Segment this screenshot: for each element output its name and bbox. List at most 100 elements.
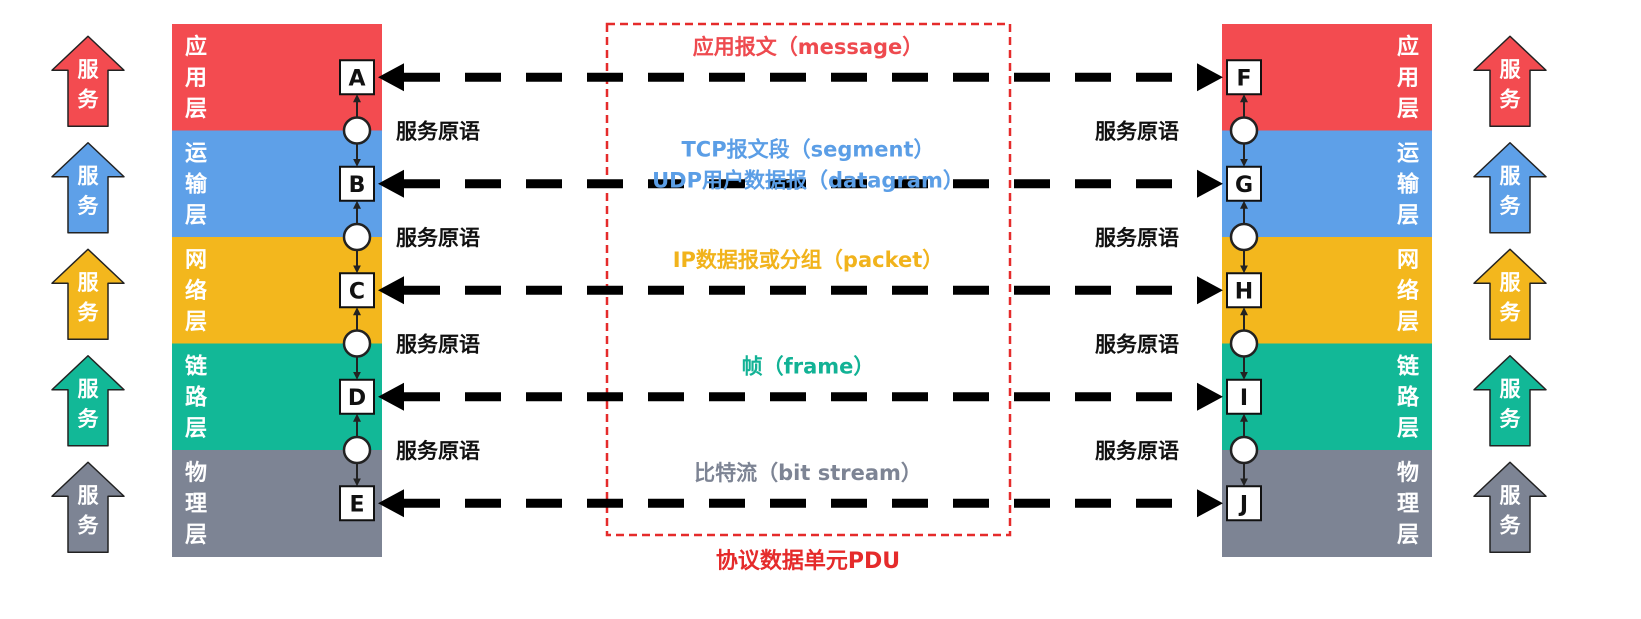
pdu-label: 协议数据单元PDU bbox=[716, 548, 900, 574]
pdu-dashed-frame bbox=[605, 22, 1012, 537]
right-service-label: 服 bbox=[1500, 377, 1522, 401]
left-layer-name-char: 物 bbox=[185, 460, 207, 486]
left-layer-name-char: 链 bbox=[185, 354, 207, 380]
left-layer-name-char: 应 bbox=[185, 34, 207, 60]
diagram-canvas: 协议数据单元PDU 应用层运输层网络层链路层物理层应用层运输层网络层链路层物理层… bbox=[51, 22, 1547, 574]
right-layer-name-char: 层 bbox=[1397, 310, 1419, 335]
right-service-label: 务 bbox=[1500, 87, 1522, 111]
right-service-label: 服 bbox=[1500, 483, 1522, 507]
left-service-label: 务 bbox=[78, 194, 100, 218]
left-sap-circle bbox=[342, 222, 372, 252]
left-service-label: 服 bbox=[78, 483, 100, 507]
left-entity-label: E bbox=[349, 492, 364, 517]
right-primitive-label: 服务原语 bbox=[1095, 439, 1179, 463]
right-service-arrow bbox=[1473, 35, 1547, 127]
right-layer-name-char: 应 bbox=[1397, 34, 1419, 60]
left-layer-name-char: 输 bbox=[185, 172, 208, 198]
right-layer-name-char: 网 bbox=[1397, 248, 1419, 273]
left-sap-circle bbox=[342, 329, 372, 358]
right-service-label: 服 bbox=[1500, 57, 1522, 81]
peer-arrowhead-right bbox=[1197, 63, 1223, 92]
left-primitive-label: 服务原语 bbox=[396, 333, 480, 357]
right-sap-circle bbox=[1229, 222, 1259, 252]
right-entity-label: I bbox=[1240, 386, 1248, 411]
left-service-label: 务 bbox=[78, 300, 100, 324]
right-service-arrow bbox=[1473, 461, 1547, 553]
right-layer-name-char: 层 bbox=[1397, 204, 1419, 229]
right-layer-name-char: 层 bbox=[1397, 417, 1419, 442]
left-layer-name-char: 层 bbox=[185, 97, 207, 122]
right-primitive-label: 服务原语 bbox=[1095, 226, 1179, 250]
left-layer-name-char: 运 bbox=[185, 142, 207, 167]
left-entity-label: C bbox=[349, 279, 365, 304]
pdu-name-application: 应用报文（message） bbox=[693, 35, 924, 59]
left-service-label: 服 bbox=[78, 377, 100, 401]
left-service-label: 服 bbox=[78, 164, 100, 188]
pdu-name-transport: UDP用户数据报（datagram） bbox=[652, 169, 964, 193]
right-service-arrow bbox=[1473, 248, 1547, 340]
left-layer-name-char: 网 bbox=[185, 248, 207, 273]
left-primitive-label: 服务原语 bbox=[396, 120, 480, 144]
right-layer-name-char: 运 bbox=[1397, 142, 1419, 167]
left-entity-label: A bbox=[348, 66, 365, 91]
right-sap-circle bbox=[1229, 435, 1259, 465]
right-layer-name-char: 用 bbox=[1397, 66, 1419, 91]
right-layer-name-char: 层 bbox=[1397, 523, 1419, 548]
left-layer-name-char: 层 bbox=[185, 523, 207, 548]
pdu-name-network: IP数据报或分组（packet） bbox=[673, 248, 944, 272]
left-layer-name-char: 理 bbox=[185, 492, 207, 517]
right-layer-name-char: 输 bbox=[1397, 172, 1420, 198]
peer-arrowhead-right bbox=[1197, 169, 1223, 198]
left-service-arrow bbox=[51, 35, 125, 127]
right-layer-name-char: 链 bbox=[1397, 354, 1419, 380]
left-layer-name-char: 层 bbox=[185, 310, 207, 335]
right-service-arrow bbox=[1473, 142, 1547, 234]
right-entity-label: G bbox=[1235, 173, 1253, 198]
right-service-label: 服 bbox=[1500, 270, 1522, 294]
right-primitive-label: 服务原语 bbox=[1095, 120, 1179, 144]
left-service-label: 服 bbox=[78, 270, 100, 294]
right-layer-name-char: 物 bbox=[1397, 460, 1419, 486]
right-primitive-label: 服务原语 bbox=[1095, 333, 1179, 357]
right-entity-label: J bbox=[1238, 492, 1248, 517]
left-entity-label: D bbox=[348, 386, 366, 411]
left-service-label: 务 bbox=[78, 407, 100, 431]
pdu-name-transport: TCP报文段（segment） bbox=[681, 138, 934, 162]
right-entity-label: H bbox=[1235, 279, 1253, 304]
left-entity-label: B bbox=[349, 173, 366, 198]
left-service-arrow bbox=[51, 355, 125, 447]
pdu-name-link: 帧（frame） bbox=[742, 355, 875, 379]
right-service-label: 务 bbox=[1500, 194, 1522, 218]
protocol-stack-diagram: 协议数据单元PDU 应用层运输层网络层链路层物理层应用层运输层网络层链路层物理层… bbox=[0, 0, 1641, 615]
peer-arrowhead-right bbox=[1197, 489, 1223, 518]
left-layer-name-char: 层 bbox=[185, 417, 207, 442]
right-service-label: 务 bbox=[1500, 407, 1522, 431]
right-service-arrow bbox=[1473, 355, 1547, 447]
left-service-label: 务 bbox=[78, 87, 100, 111]
left-sap-circle bbox=[342, 435, 372, 465]
left-layer-name-char: 路 bbox=[185, 385, 208, 411]
right-sap-circle bbox=[1229, 329, 1259, 358]
peer-arrowhead-right bbox=[1197, 276, 1223, 305]
peer-arrowhead-right bbox=[1197, 382, 1223, 411]
right-sap-circle bbox=[1229, 116, 1259, 145]
pdu-name-physical: 比特流（bit stream） bbox=[694, 461, 922, 485]
right-layer-name-char: 络 bbox=[1397, 278, 1419, 304]
left-primitive-label: 服务原语 bbox=[396, 439, 480, 463]
left-service-arrow bbox=[51, 461, 125, 553]
left-layer-name-char: 层 bbox=[185, 204, 207, 229]
left-service-label: 服 bbox=[78, 57, 100, 81]
left-layer-name-char: 络 bbox=[185, 278, 207, 304]
left-service-arrow bbox=[51, 142, 125, 234]
right-layer-name-char: 理 bbox=[1397, 492, 1419, 517]
right-service-label: 务 bbox=[1500, 300, 1522, 324]
right-layer-name-char: 层 bbox=[1397, 97, 1419, 122]
left-service-label: 务 bbox=[78, 513, 100, 537]
left-primitive-label: 服务原语 bbox=[396, 226, 480, 250]
left-service-arrow bbox=[51, 248, 125, 340]
right-service-label: 服 bbox=[1500, 164, 1522, 188]
right-layer-name-char: 路 bbox=[1397, 385, 1420, 411]
left-layer-name-char: 用 bbox=[185, 66, 207, 91]
right-service-label: 务 bbox=[1500, 513, 1522, 537]
right-entity-label: F bbox=[1236, 66, 1251, 91]
